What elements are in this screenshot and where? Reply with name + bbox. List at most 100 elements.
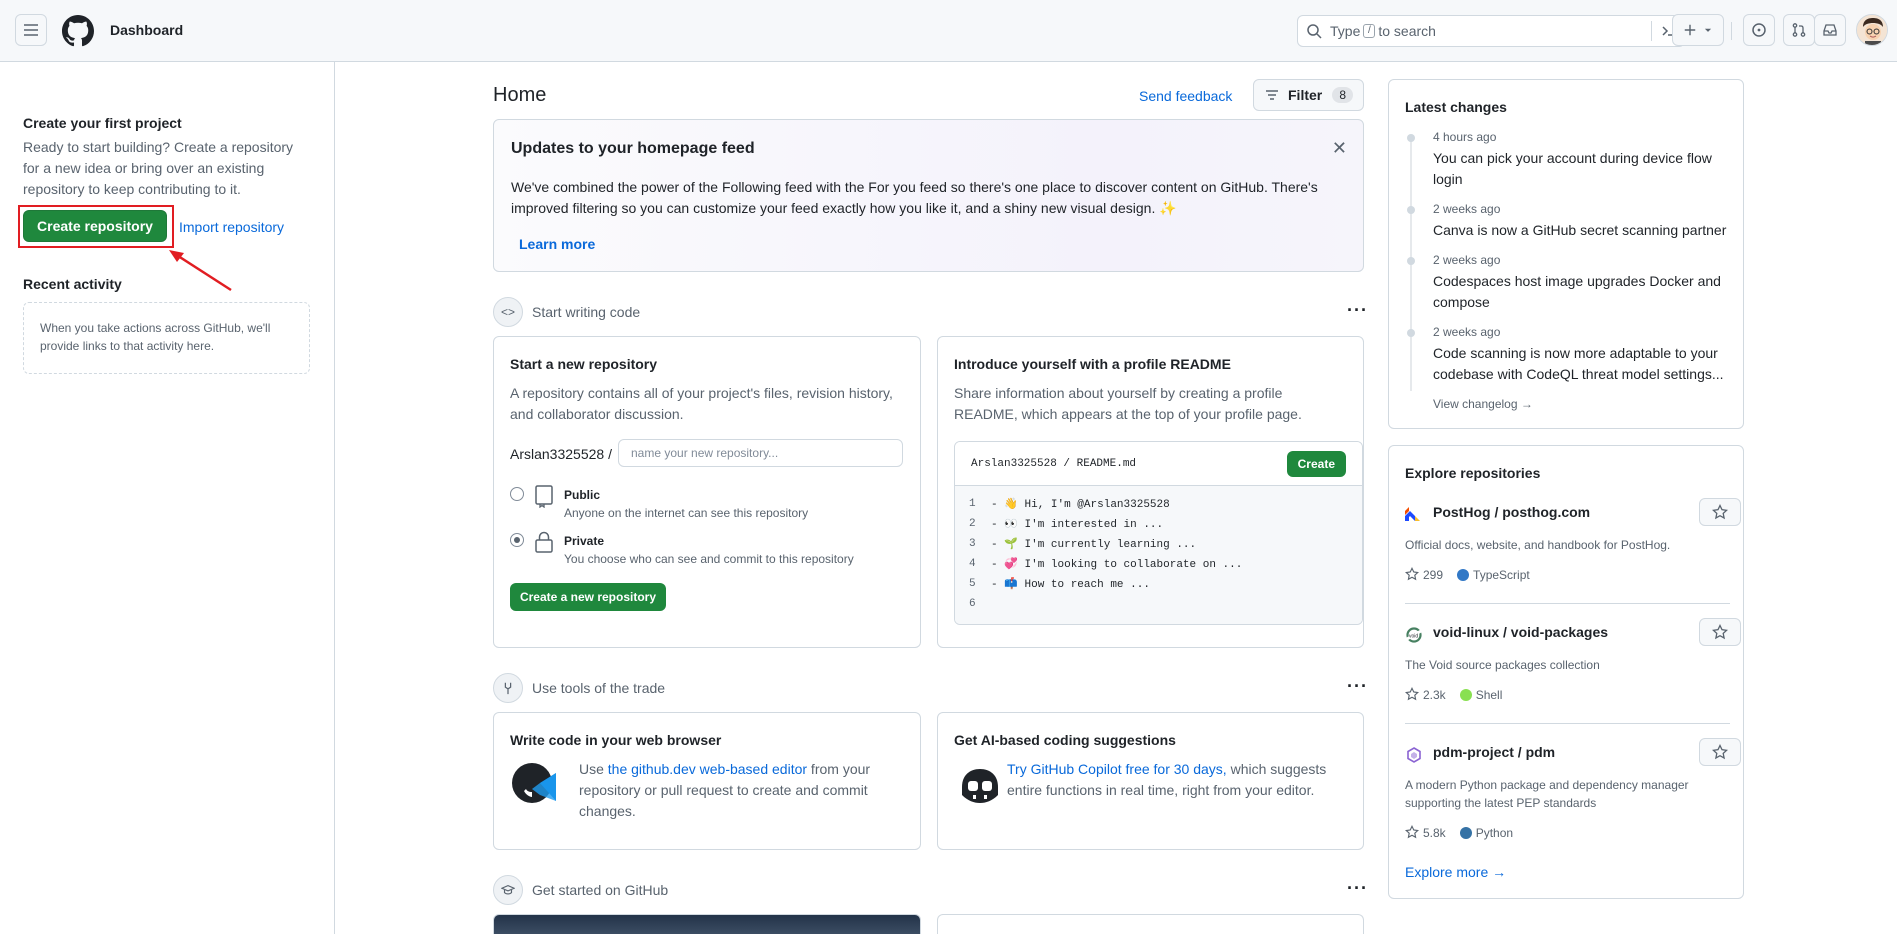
get-started-card[interactable]	[937, 914, 1364, 934]
repo-description: A modern Python package and dependency m…	[1405, 778, 1689, 810]
repo-link[interactable]: PostHog / posthog.com	[1433, 504, 1590, 520]
annotation-arrow-icon	[169, 250, 232, 292]
private-label: Private	[564, 534, 605, 548]
send-feedback-link[interactable]: Send feedback	[1139, 88, 1232, 104]
repo-meta: 5.8k Python	[1404, 824, 1513, 840]
search-icon	[1307, 24, 1322, 39]
svg-text:void: void	[1409, 634, 1418, 640]
changelog-item[interactable]: 4 hours ago You can pick your account du…	[1433, 130, 1733, 190]
card-description: Try GitHub Copilot free for 30 days, whi…	[1007, 761, 1327, 798]
profile-readme-card: Introduce yourself with a profile README…	[937, 336, 1364, 648]
repo-owner-label: Arslan3325528 /	[510, 446, 612, 462]
pull-requests-icon[interactable]	[1783, 14, 1815, 46]
repo-language: Python	[1459, 826, 1513, 840]
explore-title: Explore repositories	[1405, 465, 1541, 481]
void-linux-logo-icon: void	[1406, 627, 1422, 643]
stars-count: 299	[1404, 566, 1443, 582]
code-line: 2- 👀 I'm interested in ...	[969, 518, 1164, 531]
search-input[interactable]: Type / to search	[1297, 15, 1685, 47]
home-heading: Home	[493, 84, 547, 106]
view-changelog-link[interactable]: View changelog →	[1433, 397, 1533, 411]
create-new-button[interactable]	[1672, 14, 1724, 46]
public-description: Anyone on the internet can see this repo…	[564, 506, 809, 520]
github-vscode-icon	[512, 763, 556, 803]
section-start-writing-code: <> Start writing code	[493, 297, 640, 327]
avatar[interactable]	[1856, 14, 1888, 46]
more-options-icon[interactable]: ···	[1347, 878, 1368, 899]
code-line: 1- 👋 Hi, I'm @Arslan3325528	[969, 498, 1170, 511]
readme-code: 1- 👋 Hi, I'm @Arslan3325528 2- 👀 I'm int…	[955, 486, 1362, 624]
star-icon	[1712, 624, 1728, 640]
changelog-item[interactable]: 2 weeks ago Codespaces host image upgrad…	[1433, 253, 1733, 313]
card-description: Use the github.dev web-based editor from…	[579, 761, 871, 819]
repo-meta: 299 TypeScript	[1404, 566, 1530, 582]
latest-changes-panel: Latest changes 4 hours ago You can pick …	[1388, 79, 1744, 429]
star-button[interactable]	[1699, 498, 1741, 526]
readme-path: Arslan3325528 / README.md	[971, 457, 1137, 470]
learn-more-link[interactable]: Learn more	[519, 236, 595, 252]
inbox-icon[interactable]	[1814, 14, 1846, 46]
star-button[interactable]	[1699, 738, 1741, 766]
explore-more-link[interactable]: Explore more →	[1405, 864, 1506, 880]
changelog-item[interactable]: 2 weeks ago Canva is now a GitHub secret…	[1433, 202, 1733, 241]
section-get-started: Get started on GitHub	[493, 875, 668, 905]
star-icon	[1712, 744, 1728, 760]
card-title: Get AI-based coding suggestions	[954, 732, 1176, 748]
create-repository-button[interactable]: Create repository	[23, 210, 167, 242]
github-dev-link[interactable]: the github.dev web-based editor	[608, 761, 807, 777]
more-options-icon[interactable]: ···	[1347, 676, 1368, 697]
card-title: Write code in your web browser	[510, 732, 722, 748]
stars-count: 5.8k	[1404, 824, 1446, 840]
menu-icon[interactable]	[15, 14, 47, 46]
repo-link[interactable]: void-linux / void-packages	[1433, 624, 1608, 640]
section-title: Use tools of the trade	[532, 680, 666, 696]
plus-icon	[1684, 24, 1696, 36]
copilot-trial-link[interactable]: Try GitHub Copilot free for 30 days,	[1007, 761, 1227, 777]
more-options-icon[interactable]: ···	[1347, 300, 1368, 321]
code-line: 6	[969, 598, 976, 610]
section-title: Start writing code	[532, 304, 641, 320]
readme-create-button[interactable]: Create	[1286, 450, 1346, 477]
repo-description: Official docs, website, and handbook for…	[1405, 538, 1671, 552]
repository-name-input[interactable]: name your new repository...	[618, 439, 903, 467]
close-icon[interactable]: ✕	[1332, 138, 1347, 159]
filter-button[interactable]: Filter 8	[1253, 79, 1364, 111]
copilot-icon	[962, 769, 998, 803]
import-repository-link[interactable]: Import repository	[179, 219, 284, 235]
readme-preview: Arslan3325528 / README.md Create 1- 👋 Hi…	[954, 441, 1363, 625]
repo-link[interactable]: pdm-project / pdm	[1433, 744, 1555, 760]
search-placeholder-start: Type	[1330, 23, 1361, 39]
chevron-down-icon	[1704, 28, 1712, 32]
issues-icon[interactable]	[1743, 14, 1775, 46]
divider	[1405, 723, 1730, 724]
changelog-item[interactable]: 2 weeks ago Code scanning is now more ad…	[1433, 325, 1733, 385]
card-description: Share information about yourself by crea…	[954, 385, 1302, 422]
create-project-heading: Create your first project	[23, 115, 182, 131]
repo-description: The Void source packages collection	[1405, 658, 1600, 672]
create-project-description: Ready to start building? Create a reposi…	[23, 139, 294, 197]
public-radio[interactable]	[510, 487, 524, 501]
repo-meta: 2.3k Shell	[1404, 686, 1502, 702]
page-title[interactable]: Dashboard	[110, 22, 183, 38]
recent-activity-empty: When you take actions across GitHub, we'…	[23, 302, 310, 374]
mortarboard-icon	[493, 875, 523, 905]
get-started-video-card[interactable]	[493, 914, 921, 934]
section-title: Get started on GitHub	[532, 882, 669, 898]
github-logo-icon[interactable]	[62, 15, 94, 47]
copilot-card: Get AI-based coding suggestions Try GitH…	[937, 712, 1364, 850]
recent-activity-heading: Recent activity	[23, 276, 122, 292]
code-line: 3- 🌱 I'm currently learning ...	[969, 538, 1197, 551]
code-line: 4- 💞️ I'm looking to collaborate on ...	[969, 558, 1243, 571]
code-icon: <>	[493, 297, 523, 327]
explore-repositories-panel: Explore repositories PostHog / posthog.c…	[1388, 445, 1744, 899]
private-radio[interactable]	[510, 533, 524, 547]
card-title: Start a new repository	[510, 356, 658, 372]
star-icon	[1404, 686, 1420, 701]
star-button[interactable]	[1699, 618, 1741, 646]
divider	[1405, 603, 1730, 604]
repo-icon	[535, 485, 553, 508]
top-header: Dashboard Type / to search	[0, 0, 1897, 62]
new-repository-card: Start a new repository A repository cont…	[493, 336, 921, 648]
web-editor-card: Write code in your web browser Use the g…	[493, 712, 921, 850]
create-new-repository-button[interactable]: Create a new repository	[510, 583, 666, 611]
